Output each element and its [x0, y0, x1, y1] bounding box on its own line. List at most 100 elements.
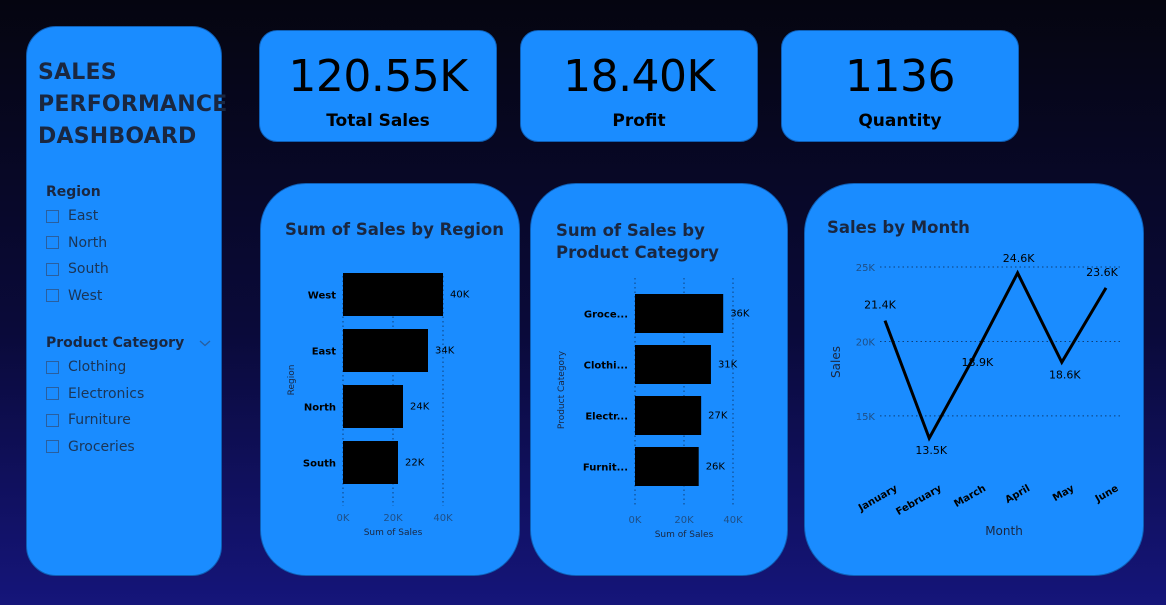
data-label: 40K — [450, 290, 470, 301]
y-axis-title: Sales — [829, 346, 843, 378]
region-slicer: Region East North South West — [46, 181, 216, 309]
category-option-furniture[interactable]: Furniture — [46, 407, 216, 434]
kpi-value: 1136 — [845, 51, 955, 102]
dashboard-title-line: PERFORMANCE — [38, 92, 228, 117]
category-label: East — [312, 347, 337, 358]
y-tick-label: 25K — [856, 263, 876, 274]
x-tick-label: June — [1093, 483, 1121, 506]
checkbox[interactable] — [46, 236, 59, 250]
chart-card-sales-by-category: Sum of Sales by Product Category 0K 20K 40… — [530, 183, 788, 576]
data-label: 24K — [410, 402, 430, 413]
category-label: South — [303, 459, 336, 470]
x-axis-title: Sum of Sales — [655, 530, 714, 540]
category-label: Electr... — [585, 412, 628, 423]
data-label: 31K — [718, 360, 738, 371]
x-tick-label: April — [1003, 483, 1032, 506]
data-label: 18.6K — [1049, 368, 1081, 381]
x-tick-label: May — [1051, 483, 1077, 504]
x-tick-label: March — [952, 483, 988, 510]
chart-title: Sum of Sales by Region — [285, 220, 505, 239]
chart-card-sales-by-month: Sales by Month 15K 20K 25K 21.4K January 13.5… — [804, 183, 1144, 576]
region-slicer-header: Region — [46, 181, 216, 203]
kpi-card-total-sales: 120.55K Total Sales — [259, 30, 497, 142]
checkbox[interactable] — [46, 413, 59, 427]
chart-card-sales-by-region: Sum of Sales by Region 0K 20K 40K West 40K Ea… — [260, 183, 520, 576]
bar — [635, 294, 724, 333]
product-category-slicer: Product Category Clothing Electronics Fu… — [46, 332, 216, 460]
kpi-label: Total Sales — [326, 111, 430, 131]
checkbox[interactable] — [46, 209, 59, 223]
chevron-down-icon[interactable] — [198, 336, 212, 350]
checkbox[interactable] — [46, 262, 59, 276]
kpi-value: 120.55K — [288, 51, 468, 102]
category-label: Furnit... — [583, 463, 628, 474]
chart-title: Sum of Sales by Product Category — [556, 221, 719, 262]
checkbox[interactable] — [46, 289, 59, 303]
region-option-north[interactable]: North — [46, 230, 216, 257]
product-category-slicer-label: Product Category — [46, 335, 185, 351]
data-label: 21.4K — [864, 299, 896, 312]
kpi-card-profit: 18.40K Profit — [520, 30, 758, 142]
data-label: 24.6K — [1003, 252, 1035, 265]
option-label: North — [68, 234, 108, 251]
x-tick-label: 40K — [723, 515, 743, 526]
option-label: South — [68, 261, 109, 278]
y-tick-label: 15K — [856, 412, 876, 423]
checkbox[interactable] — [46, 387, 59, 401]
region-option-west[interactable]: West — [46, 283, 216, 310]
x-tick-label: 20K — [674, 515, 694, 526]
y-axis-title: Region — [287, 365, 297, 396]
bar — [635, 396, 702, 435]
x-tick-label: 20K — [383, 513, 403, 524]
y-tick-label: 20K — [856, 337, 876, 348]
x-tick-label: 0K — [337, 513, 350, 524]
data-label: 22K — [405, 458, 425, 469]
category-option-groceries[interactable]: Groceries — [46, 434, 216, 461]
data-label: 26K — [706, 462, 726, 473]
option-label: East — [68, 208, 99, 225]
bar — [635, 345, 711, 384]
option-label: Furniture — [68, 412, 131, 429]
option-label: Clothing — [68, 359, 127, 376]
bar — [635, 447, 699, 486]
bar — [343, 329, 428, 372]
data-label: 27K — [708, 411, 728, 422]
option-label: Groceries — [68, 438, 135, 455]
checkbox[interactable] — [46, 360, 59, 374]
dashboard-title-line: SALES — [38, 60, 117, 85]
product-category-slicer-header[interactable]: Product Category — [46, 332, 216, 354]
category-label: West — [308, 291, 336, 302]
data-label: 34K — [435, 346, 455, 357]
sales-by-month-chart: 15K 20K 25K 21.4K January 13.5K February 18.9K M… — [829, 252, 1123, 538]
kpi-value: 18.40K — [563, 51, 715, 102]
option-label: West — [68, 287, 103, 304]
bar — [343, 385, 403, 428]
option-label: Electronics — [68, 385, 145, 402]
x-tick-label: February — [894, 483, 944, 518]
category-option-electronics[interactable]: Electronics — [46, 381, 216, 408]
x-tick-label: 0K — [629, 515, 642, 526]
region-option-east[interactable]: East — [46, 203, 216, 230]
filter-sidebar: SALES PERFORMANCE DASHBOARD Region East … — [26, 26, 228, 576]
dashboard-title: SALES PERFORMANCE DASHBOARD — [38, 57, 228, 153]
x-axis-title: Month — [985, 524, 1023, 538]
bar — [343, 273, 443, 316]
category-label: Clothi... — [584, 361, 628, 372]
category-label: Groce... — [584, 310, 628, 321]
checkbox[interactable] — [46, 440, 59, 454]
x-tick-label: 40K — [433, 513, 453, 524]
data-label: 36K — [730, 309, 750, 320]
kpi-label: Quantity — [858, 111, 942, 131]
kpi-label: Profit — [612, 111, 666, 131]
region-option-south[interactable]: South — [46, 256, 216, 283]
data-label: 18.9K — [962, 356, 994, 369]
sales-by-region-chart: 0K 20K 40K West 40K East 34K North 24K South 22K Su… — [287, 273, 470, 538]
x-axis-title: Sum of Sales — [364, 528, 423, 538]
bar — [343, 441, 398, 484]
category-option-clothing[interactable]: Clothing — [46, 354, 216, 381]
data-label: 23.6K — [1086, 266, 1118, 279]
y-axis-title: Product Category — [557, 350, 567, 429]
kpi-card-quantity: 1136 Quantity — [781, 30, 1019, 142]
dashboard-title-line: DASHBOARD — [38, 124, 197, 149]
category-label: North — [304, 403, 336, 414]
